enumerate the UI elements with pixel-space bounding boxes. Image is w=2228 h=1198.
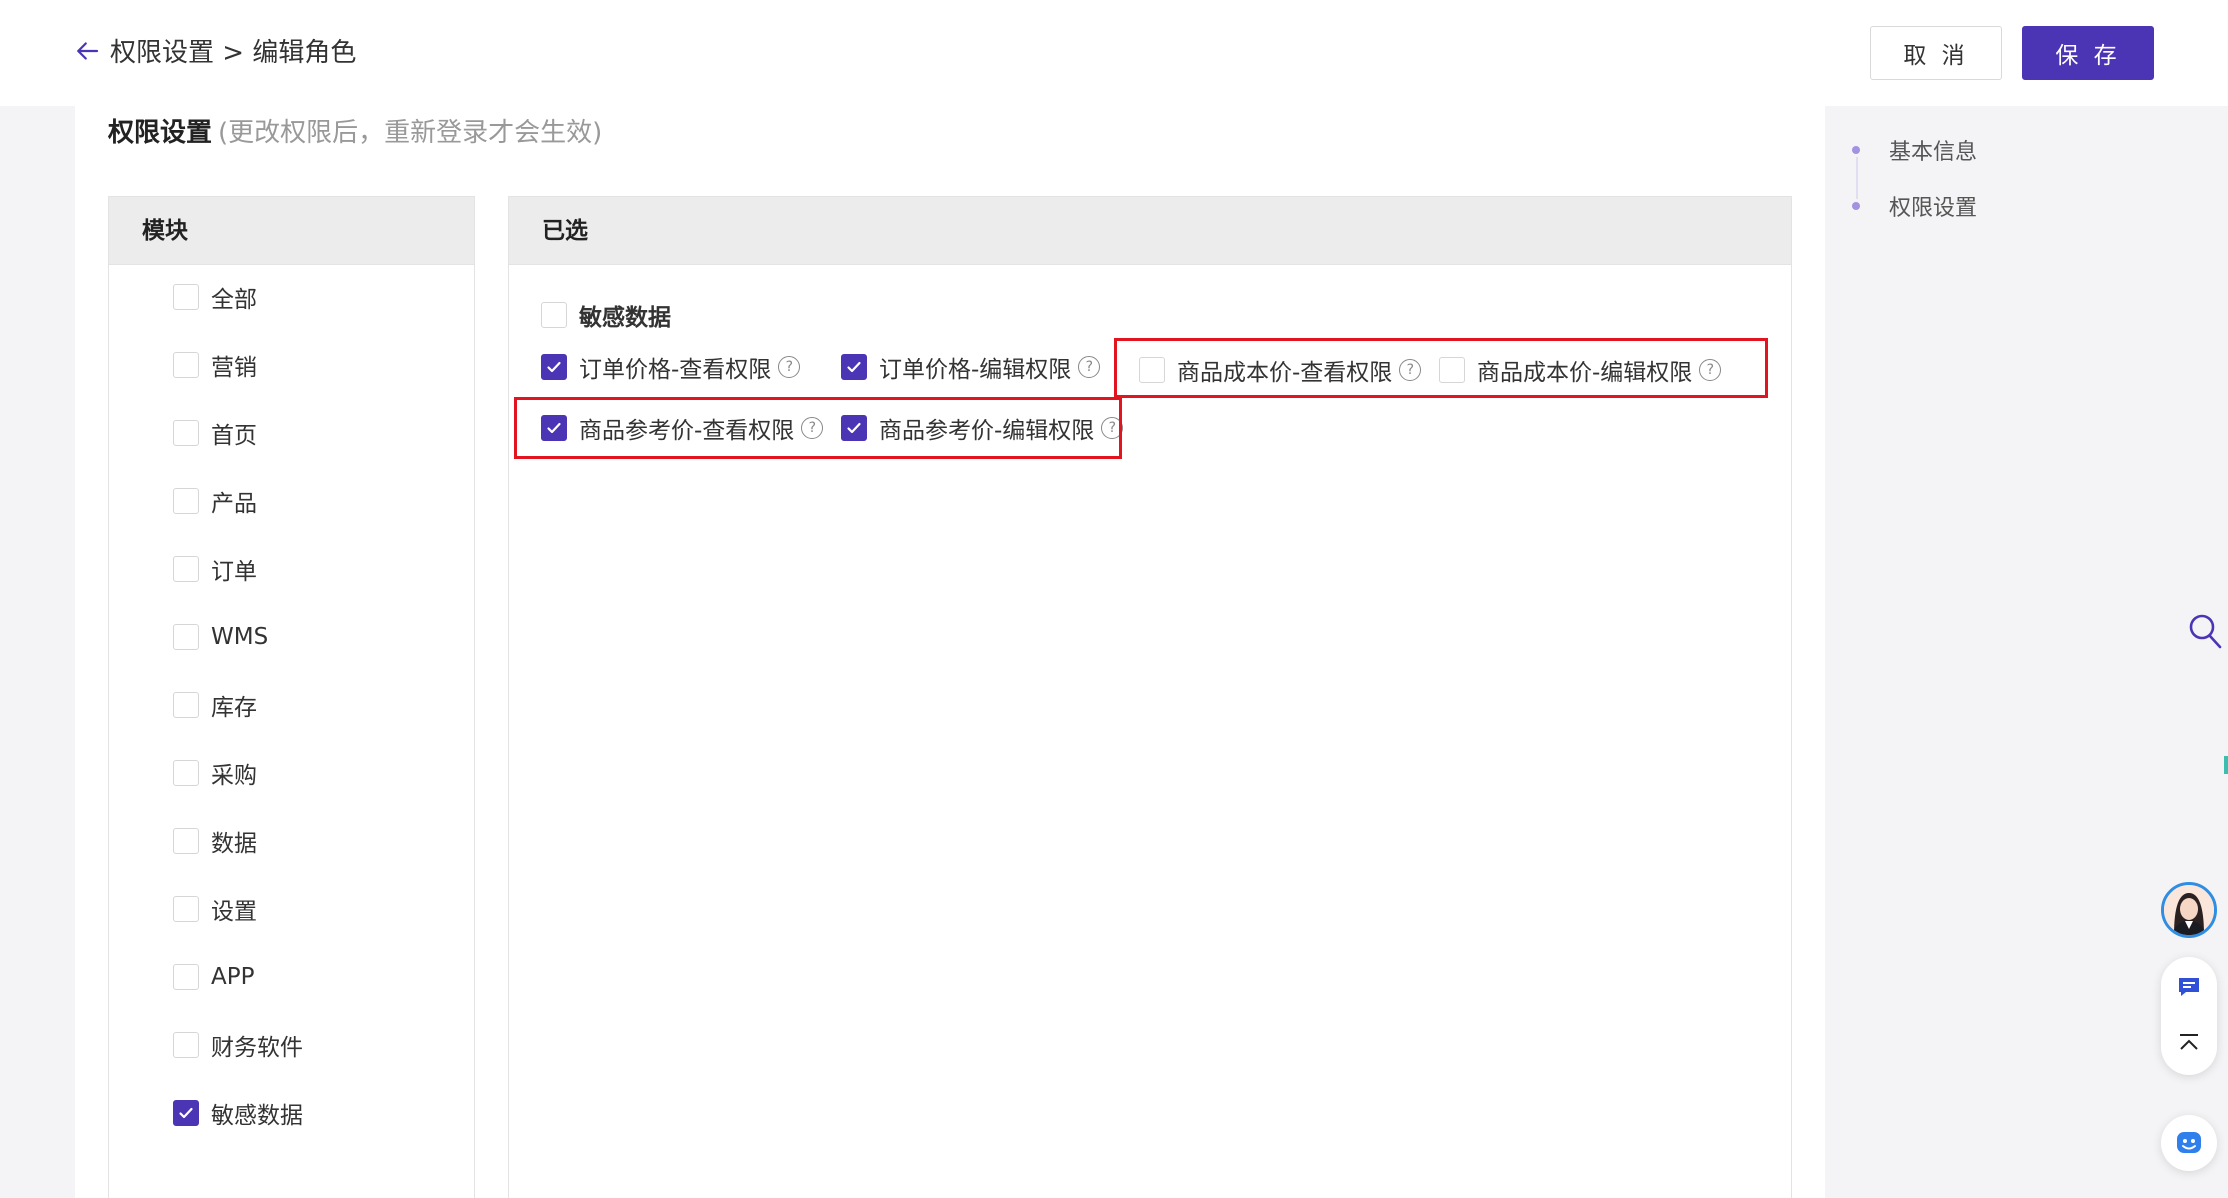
checkbox[interactable]: [173, 1032, 199, 1058]
main-panel: 权限设置 (更改权限后，重新登录才会生效) 模块 全部营销首页产品订单 WMS 库存采…: [75, 106, 1825, 1198]
highlight-box-reference-price: [514, 397, 1122, 459]
cancel-button[interactable]: 取 消: [1870, 26, 2002, 80]
module-item-label: 订单: [211, 559, 257, 585]
checkbox[interactable]: [173, 420, 199, 446]
module-item-label: 营销: [211, 355, 257, 381]
module-panel: 模块 全部营销首页产品订单 WMS 库存采购数据设置 APP 财务软件敏感数据: [108, 196, 475, 1198]
module-item[interactable]: 订单: [173, 553, 257, 585]
module-item[interactable]: 设置: [173, 893, 257, 925]
module-item[interactable]: 营销: [173, 349, 257, 381]
highlight-box-cost-price: [1114, 338, 1768, 398]
module-item[interactable]: 采购: [173, 757, 257, 789]
checkbox[interactable]: [173, 896, 199, 922]
chat-icon[interactable]: [2175, 973, 2203, 1001]
floating-toolbar: [2161, 957, 2217, 1075]
save-button[interactable]: 保 存: [2022, 26, 2154, 80]
module-item[interactable]: 财务软件: [173, 1029, 303, 1061]
permission-checkbox[interactable]: 订单价格-查看权限?: [541, 351, 801, 383]
checkbox[interactable]: [173, 488, 199, 514]
help-question-icon[interactable]: ?: [1078, 356, 1101, 378]
edge-marker: [2224, 756, 2228, 774]
section-title-text: 权限设置: [108, 118, 213, 148]
checkbox-checked[interactable]: [841, 354, 867, 380]
anchor-item-basic-info[interactable]: 基本信息: [1849, 134, 1977, 166]
back-to-top-icon[interactable]: [2175, 1029, 2203, 1057]
selected-panel: 已选 敏感数据 订单价格-查看权限? 订单价格-编辑权限? 商品成本价-查看权限? 商…: [508, 196, 1792, 1198]
permission-label: 订单价格-查看权限: [579, 357, 772, 383]
checkbox-checked[interactable]: [541, 354, 567, 380]
arrow-left-icon[interactable]: [72, 36, 102, 66]
module-panel-header: 模块: [109, 197, 474, 265]
module-item-label: APP: [211, 964, 255, 990]
breadcrumb: 权限设置 > 编辑角色: [110, 38, 357, 68]
permission-checkbox[interactable]: 订单价格-编辑权限?: [841, 351, 1101, 383]
module-item-label: 库存: [211, 695, 257, 721]
permission-label: 订单价格-编辑权限: [879, 357, 1072, 383]
module-item-label: 敏感数据: [211, 1103, 303, 1129]
module-item-label: 产品: [211, 491, 257, 517]
module-item[interactable]: 库存: [173, 689, 257, 721]
assistant-smile-icon[interactable]: [2161, 1115, 2217, 1171]
module-item[interactable]: 数据: [173, 825, 257, 857]
checkbox[interactable]: [173, 964, 199, 990]
module-item-label: WMS: [211, 624, 269, 650]
anchor-dot: [1849, 199, 1863, 213]
module-item-label: 设置: [211, 899, 257, 925]
back-link[interactable]: 权限设置 > 编辑角色: [72, 32, 356, 69]
checkbox[interactable]: [173, 692, 199, 718]
checkbox[interactable]: [173, 624, 199, 650]
module-item-label: 全部: [211, 287, 257, 313]
module-item[interactable]: 全部: [173, 281, 257, 313]
anchor-dot: [1849, 143, 1863, 157]
section-note: (更改权限后，重新登录才会生效): [218, 118, 603, 148]
help-question-icon[interactable]: ?: [778, 356, 801, 378]
checkbox[interactable]: [173, 828, 199, 854]
module-item[interactable]: WMS: [173, 621, 268, 653]
module-item[interactable]: 产品: [173, 485, 257, 517]
group-label: 敏感数据: [579, 305, 671, 331]
module-item[interactable]: APP: [173, 961, 254, 993]
anchor-label: 权限设置: [1889, 196, 1978, 221]
module-item[interactable]: 敏感数据: [173, 1097, 303, 1129]
checkbox-checked[interactable]: [173, 1100, 199, 1126]
checkbox[interactable]: [173, 352, 199, 378]
selected-panel-header: 已选: [509, 197, 1791, 265]
module-item-label: 首页: [211, 423, 257, 449]
checkbox[interactable]: [541, 302, 567, 328]
checkbox[interactable]: [173, 760, 199, 786]
section-title: 权限设置 (更改权限后，重新登录才会生效): [108, 112, 602, 149]
top-bar: 权限设置 > 编辑角色 取 消 保 存: [0, 0, 2228, 106]
anchor-item-permission-settings[interactable]: 权限设置: [1849, 190, 1977, 222]
module-item-label: 采购: [211, 763, 257, 789]
checkbox[interactable]: [173, 556, 199, 582]
anchor-label: 基本信息: [1889, 140, 1978, 165]
search-icon[interactable]: [2187, 612, 2223, 654]
module-item-label: 数据: [211, 831, 257, 857]
module-item[interactable]: 首页: [173, 417, 257, 449]
customer-service-avatar[interactable]: [2161, 882, 2217, 938]
checkbox[interactable]: [173, 284, 199, 310]
module-item-label: 财务软件: [211, 1035, 303, 1061]
sensitive-data-group-checkbox[interactable]: 敏感数据: [541, 299, 671, 331]
